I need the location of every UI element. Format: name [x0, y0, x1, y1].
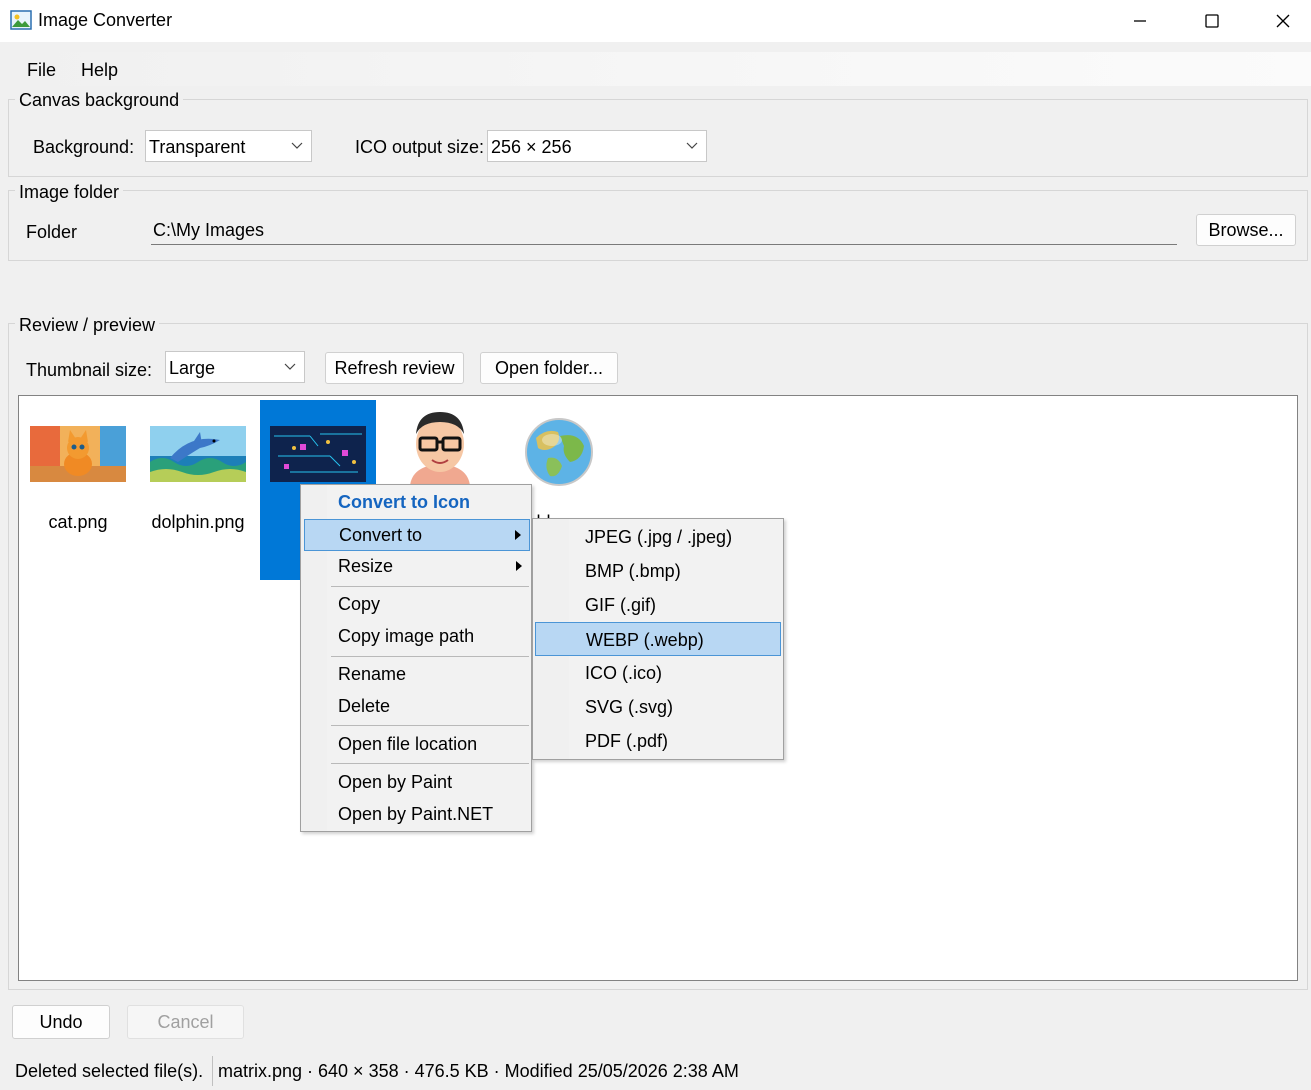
- menu-item-label: Copy: [338, 594, 381, 614]
- background-label: Background:: [33, 137, 135, 157]
- menu-item-convert-to[interactable]: Convert to: [304, 519, 530, 551]
- minimize-button[interactable]: [1105, 0, 1175, 42]
- matrix-image: [270, 426, 366, 482]
- cat-image: [30, 426, 126, 482]
- close-icon: [1276, 14, 1290, 28]
- submenu-item-label: GIF (.gif): [585, 595, 656, 615]
- menu-separator: [331, 725, 529, 726]
- submenu-item-svg[interactable]: SVG (.svg): [535, 690, 781, 724]
- refresh-review-button[interactable]: Refresh review: [325, 352, 464, 384]
- menu-item-label: Convert to Icon: [338, 492, 471, 512]
- ico-size-dropdown-value: 256 × 256: [491, 137, 572, 157]
- menu-item-resize[interactable]: Resize: [304, 551, 530, 581]
- menu-item-copy[interactable]: Copy: [304, 589, 530, 619]
- thumbnail-label: dolphin.png: [151, 512, 245, 532]
- image-folder-legend: Image folder: [15, 182, 124, 203]
- submenu-item-label: WEBP (.webp): [586, 630, 704, 650]
- context-menu: Convert to Icon Convert to Resize Copy C…: [300, 484, 532, 832]
- submenu-item-webp[interactable]: WEBP (.webp): [535, 622, 781, 656]
- submenu-item-label: JPEG (.jpg / .jpeg): [585, 527, 733, 547]
- submenu-item-label: SVG (.svg): [585, 697, 674, 717]
- menu-bar: File Help: [0, 52, 1311, 86]
- app-image-icon: [10, 10, 32, 30]
- submenu-arrow-icon: [516, 561, 522, 571]
- undo-button[interactable]: Undo: [12, 1005, 110, 1039]
- title-bar: Image Converter: [0, 0, 1311, 42]
- menu-file[interactable]: File: [27, 60, 56, 81]
- submenu-arrow-icon: [515, 530, 521, 540]
- submenu-item-pdf[interactable]: PDF (.pdf): [535, 724, 781, 758]
- menu-item-open-by-paint[interactable]: Open by Paint: [304, 767, 530, 797]
- menu-item-label: Open file location: [338, 734, 478, 754]
- submenu-item-gif[interactable]: GIF (.gif): [535, 588, 781, 622]
- folder-label: Folder: [26, 222, 78, 242]
- chevron-down-icon: [284, 363, 296, 370]
- submenu-item-label: ICO (.ico): [585, 663, 663, 683]
- menu-separator: [331, 586, 529, 587]
- thumbnail-label: cat.png: [48, 512, 108, 532]
- folder-path-value: C:\My Images: [153, 220, 265, 240]
- folder-path-field[interactable]: C:\My Images: [151, 214, 1177, 245]
- status-separator: [212, 1056, 213, 1086]
- menu-item-open-file-location[interactable]: Open file location: [304, 729, 530, 759]
- background-dropdown[interactable]: Transparent: [145, 130, 312, 162]
- menu-item-rename[interactable]: Rename: [304, 659, 530, 689]
- menu-item-delete[interactable]: Delete: [304, 691, 530, 721]
- background-dropdown-value: Transparent: [149, 137, 246, 157]
- menu-separator: [331, 763, 529, 764]
- thumbnail-size-label: Thumbnail size:: [26, 360, 153, 380]
- submenu-item-label: BMP (.bmp): [585, 561, 681, 581]
- ico-size-dropdown[interactable]: 256 × 256: [487, 130, 707, 162]
- menu-item-label: Resize: [338, 556, 394, 576]
- globe-image: [522, 416, 596, 488]
- ico-size-label: ICO output size:: [355, 137, 485, 157]
- menu-item-convert-to-icon[interactable]: Convert to Icon: [304, 487, 530, 517]
- menu-item-label: Convert to: [339, 525, 423, 545]
- status-message: Deleted selected file(s).: [15, 1061, 204, 1081]
- status-file-info: matrix.png · 640 × 358 · 476.5 KB · Modi…: [218, 1061, 739, 1081]
- submenu-item-bmp[interactable]: BMP (.bmp): [535, 554, 781, 588]
- window-title: Image Converter: [38, 10, 173, 30]
- cancel-button[interactable]: Cancel: [127, 1005, 244, 1039]
- thumbnail-size-value: Large: [169, 358, 216, 378]
- minimize-icon: [1134, 20, 1146, 22]
- menu-item-label: Open by Paint: [338, 772, 453, 792]
- convert-to-submenu: JPEG (.jpg / .jpeg) BMP (.bmp) GIF (.gif…: [532, 518, 784, 760]
- thumbnail-item-dolphin[interactable]: dolphin.png: [140, 400, 256, 580]
- submenu-item-label: PDF (.pdf): [585, 731, 669, 751]
- thumbnail-size-dropdown[interactable]: Large: [165, 351, 305, 383]
- thumbnail-item-cat[interactable]: cat.png: [20, 400, 136, 580]
- avatar-image: [400, 404, 480, 486]
- menu-item-label: Rename: [338, 664, 407, 684]
- submenu-item-jpeg[interactable]: JPEG (.jpg / .jpeg): [535, 520, 781, 554]
- browse-button[interactable]: Browse...: [1196, 214, 1296, 246]
- menu-item-label: Copy image path: [338, 626, 475, 646]
- menu-item-open-by-paint-net[interactable]: Open by Paint.NET: [304, 799, 530, 829]
- canvas-background-legend: Canvas background: [15, 90, 184, 111]
- menu-item-copy-image-path[interactable]: Copy image path: [304, 621, 530, 651]
- chevron-down-icon: [686, 142, 698, 149]
- chevron-down-icon: [291, 142, 303, 149]
- dolphin-image: [150, 426, 246, 482]
- submenu-item-ico[interactable]: ICO (.ico): [535, 656, 781, 690]
- maximize-icon: [1205, 14, 1219, 28]
- menu-item-label: Open by Paint.NET: [338, 804, 494, 824]
- menu-item-label: Delete: [338, 696, 391, 716]
- open-folder-button[interactable]: Open folder...: [480, 352, 618, 384]
- close-button[interactable]: [1248, 0, 1311, 42]
- maximize-button[interactable]: [1177, 0, 1247, 42]
- menu-separator: [331, 656, 529, 657]
- status-bar: Deleted selected file(s). matrix.png · 6…: [0, 1052, 1311, 1090]
- review-preview-legend: Review / preview: [15, 315, 160, 336]
- menu-help[interactable]: Help: [81, 60, 118, 81]
